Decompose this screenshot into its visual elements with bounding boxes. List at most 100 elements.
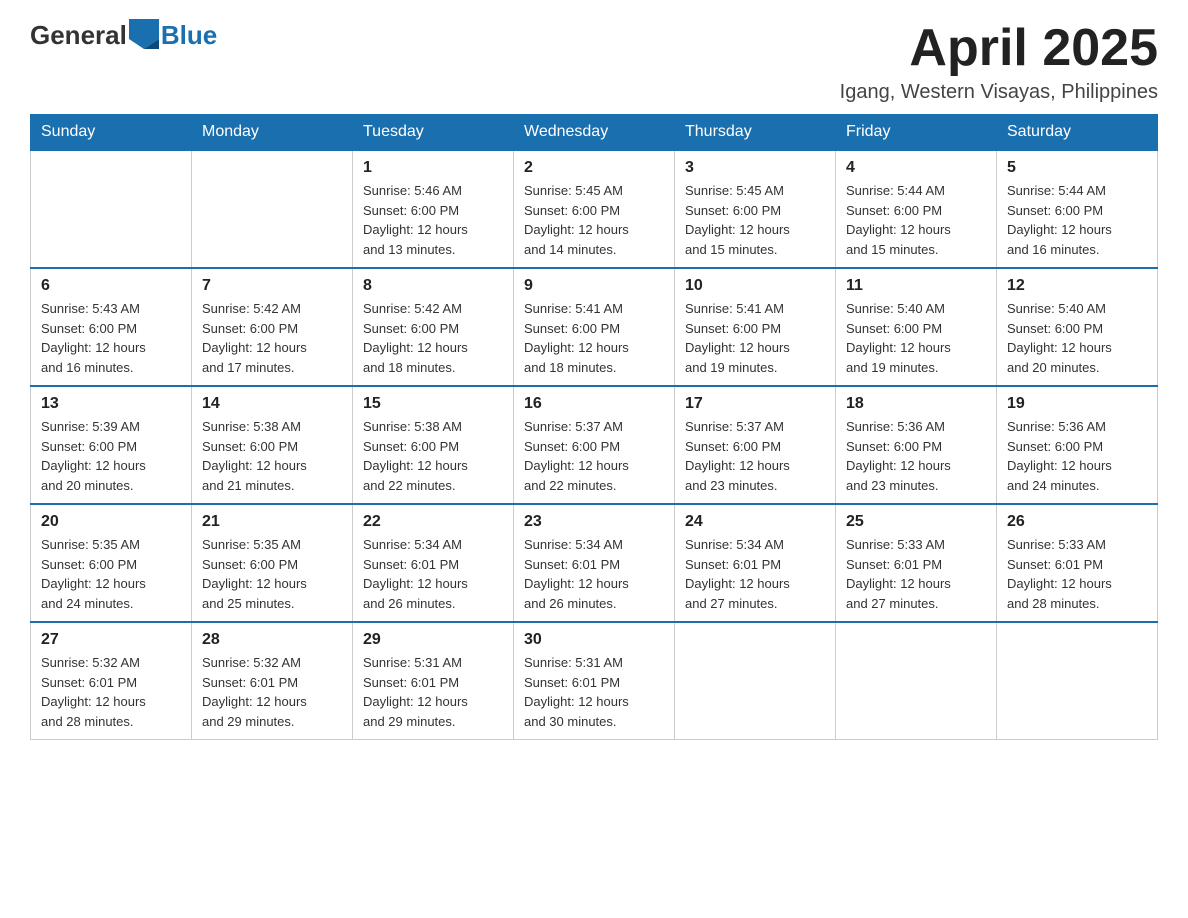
day-number: 27 (41, 631, 181, 649)
day-info: Sunrise: 5:37 AMSunset: 6:00 PMDaylight:… (524, 417, 664, 495)
day-cell: 8 Sunrise: 5:42 AMSunset: 6:00 PMDaylight… (353, 268, 514, 386)
calendar-table: SundayMondayTuesdayWednesdayThursdayFrid… (30, 114, 1158, 740)
day-info: Sunrise: 5:36 AMSunset: 6:00 PMDaylight:… (1007, 417, 1147, 495)
header-cell-monday: Monday (192, 115, 353, 151)
header-cell-sunday: Sunday (31, 115, 192, 151)
day-number: 8 (363, 277, 503, 295)
day-number: 2 (524, 159, 664, 177)
week-row-5: 27 Sunrise: 5:32 AMSunset: 6:01 PMDayligh… (31, 622, 1158, 740)
day-info: Sunrise: 5:45 AMSunset: 6:00 PMDaylight:… (524, 181, 664, 259)
day-cell: 22 Sunrise: 5:34 AMSunset: 6:01 PMDayligh… (353, 504, 514, 622)
week-row-2: 6 Sunrise: 5:43 AMSunset: 6:00 PMDaylight… (31, 268, 1158, 386)
day-number: 14 (202, 395, 342, 413)
day-cell (836, 622, 997, 740)
day-cell: 20 Sunrise: 5:35 AMSunset: 6:00 PMDayligh… (31, 504, 192, 622)
day-cell: 6 Sunrise: 5:43 AMSunset: 6:00 PMDaylight… (31, 268, 192, 386)
day-number: 19 (1007, 395, 1147, 413)
day-cell: 4Sunrise: 5:44 AMSunset: 6:00 PMDaylight… (836, 150, 997, 268)
day-cell: 1Sunrise: 5:46 AMSunset: 6:00 PMDaylight… (353, 150, 514, 268)
day-number: 12 (1007, 277, 1147, 295)
day-cell: 25Sunrise: 5:33 AMSunset: 6:01 PMDayligh… (836, 504, 997, 622)
day-cell: 14Sunrise: 5:38 AMSunset: 6:00 PMDayligh… (192, 386, 353, 504)
day-cell (192, 150, 353, 268)
header-cell-wednesday: Wednesday (514, 115, 675, 151)
day-cell: 2 Sunrise: 5:45 AMSunset: 6:00 PMDaylight… (514, 150, 675, 268)
header-cell-tuesday: Tuesday (353, 115, 514, 151)
day-number: 26 (1007, 513, 1147, 531)
day-cell: 15Sunrise: 5:38 AMSunset: 6:00 PMDayligh… (353, 386, 514, 504)
day-cell: 30Sunrise: 5:31 AMSunset: 6:01 PMDayligh… (514, 622, 675, 740)
day-number: 3 (685, 159, 825, 177)
day-cell: 24 Sunrise: 5:34 AMSunset: 6:01 PMDayligh… (675, 504, 836, 622)
day-info: Sunrise: 5:34 AMSunset: 6:01 PMDaylight:… (685, 535, 825, 613)
day-cell: 21 Sunrise: 5:35 AMSunset: 6:00 PMDayligh… (192, 504, 353, 622)
day-number: 16 (524, 395, 664, 413)
day-cell: 19 Sunrise: 5:36 AMSunset: 6:00 PMDayligh… (997, 386, 1158, 504)
day-number: 15 (363, 395, 503, 413)
day-info: Sunrise: 5:35 AMSunset: 6:00 PMDaylight:… (202, 535, 342, 613)
month-title: April 2025 (840, 20, 1158, 77)
day-cell: 3 Sunrise: 5:45 AMSunset: 6:00 PMDaylight… (675, 150, 836, 268)
day-number: 25 (846, 513, 986, 531)
day-info: Sunrise: 5:44 AMSunset: 6:00 PMDaylight:… (846, 181, 986, 259)
day-number: 10 (685, 277, 825, 295)
day-cell: 10Sunrise: 5:41 AMSunset: 6:00 PMDayligh… (675, 268, 836, 386)
day-cell: 28Sunrise: 5:32 AMSunset: 6:01 PMDayligh… (192, 622, 353, 740)
header-row: SundayMondayTuesdayWednesdayThursdayFrid… (31, 115, 1158, 151)
day-info: Sunrise: 5:32 AMSunset: 6:01 PMDaylight:… (41, 653, 181, 731)
day-info: Sunrise: 5:37 AMSunset: 6:00 PMDaylight:… (685, 417, 825, 495)
day-info: Sunrise: 5:36 AMSunset: 6:00 PMDaylight:… (846, 417, 986, 495)
day-number: 17 (685, 395, 825, 413)
day-cell: 5Sunrise: 5:44 AMSunset: 6:00 PMDaylight… (997, 150, 1158, 268)
day-cell: 11 Sunrise: 5:40 AMSunset: 6:00 PMDayligh… (836, 268, 997, 386)
day-cell: 26 Sunrise: 5:33 AMSunset: 6:01 PMDayligh… (997, 504, 1158, 622)
logo-general-text: General (30, 20, 127, 51)
day-number: 1 (363, 159, 503, 177)
day-number: 22 (363, 513, 503, 531)
logo-icon (129, 19, 159, 49)
day-cell: 9Sunrise: 5:41 AMSunset: 6:00 PMDaylight… (514, 268, 675, 386)
header-cell-thursday: Thursday (675, 115, 836, 151)
day-info: Sunrise: 5:35 AMSunset: 6:00 PMDaylight:… (41, 535, 181, 613)
week-row-1: 1Sunrise: 5:46 AMSunset: 6:00 PMDaylight… (31, 150, 1158, 268)
day-info: Sunrise: 5:45 AMSunset: 6:00 PMDaylight:… (685, 181, 825, 259)
day-cell (675, 622, 836, 740)
day-number: 20 (41, 513, 181, 531)
day-cell: 7Sunrise: 5:42 AMSunset: 6:00 PMDaylight… (192, 268, 353, 386)
day-info: Sunrise: 5:39 AMSunset: 6:00 PMDaylight:… (41, 417, 181, 495)
header-cell-saturday: Saturday (997, 115, 1158, 151)
day-cell: 12 Sunrise: 5:40 AMSunset: 6:00 PMDayligh… (997, 268, 1158, 386)
day-cell: 29Sunrise: 5:31 AMSunset: 6:01 PMDayligh… (353, 622, 514, 740)
day-info: Sunrise: 5:40 AMSunset: 6:00 PMDaylight:… (1007, 299, 1147, 377)
day-info: Sunrise: 5:33 AMSunset: 6:01 PMDaylight:… (1007, 535, 1147, 613)
day-number: 21 (202, 513, 342, 531)
day-number: 11 (846, 277, 986, 295)
day-info: Sunrise: 5:31 AMSunset: 6:01 PMDaylight:… (524, 653, 664, 731)
day-cell (31, 150, 192, 268)
title-area: April 2025 Igang, Western Visayas, Phili… (840, 20, 1158, 104)
day-number: 29 (363, 631, 503, 649)
day-info: Sunrise: 5:40 AMSunset: 6:00 PMDaylight:… (846, 299, 986, 377)
day-cell: 18 Sunrise: 5:36 AMSunset: 6:00 PMDayligh… (836, 386, 997, 504)
day-info: Sunrise: 5:42 AMSunset: 6:00 PMDaylight:… (363, 299, 503, 377)
day-info: Sunrise: 5:41 AMSunset: 6:00 PMDaylight:… (524, 299, 664, 377)
week-row-3: 13Sunrise: 5:39 AMSunset: 6:00 PMDayligh… (31, 386, 1158, 504)
day-info: Sunrise: 5:34 AMSunset: 6:01 PMDaylight:… (363, 535, 503, 613)
location-title: Igang, Western Visayas, Philippines (840, 81, 1158, 104)
header-cell-friday: Friday (836, 115, 997, 151)
day-cell: 27 Sunrise: 5:32 AMSunset: 6:01 PMDayligh… (31, 622, 192, 740)
day-number: 24 (685, 513, 825, 531)
day-number: 28 (202, 631, 342, 649)
day-info: Sunrise: 5:34 AMSunset: 6:01 PMDaylight:… (524, 535, 664, 613)
day-cell (997, 622, 1158, 740)
day-number: 18 (846, 395, 986, 413)
day-cell: 23 Sunrise: 5:34 AMSunset: 6:01 PMDayligh… (514, 504, 675, 622)
day-cell: 16 Sunrise: 5:37 AMSunset: 6:00 PMDayligh… (514, 386, 675, 504)
logo-blue-text: Blue (161, 20, 217, 51)
calendar-header: SundayMondayTuesdayWednesdayThursdayFrid… (31, 115, 1158, 151)
day-number: 23 (524, 513, 664, 531)
day-number: 5 (1007, 159, 1147, 177)
day-number: 6 (41, 277, 181, 295)
day-info: Sunrise: 5:43 AMSunset: 6:00 PMDaylight:… (41, 299, 181, 377)
week-row-4: 20 Sunrise: 5:35 AMSunset: 6:00 PMDayligh… (31, 504, 1158, 622)
